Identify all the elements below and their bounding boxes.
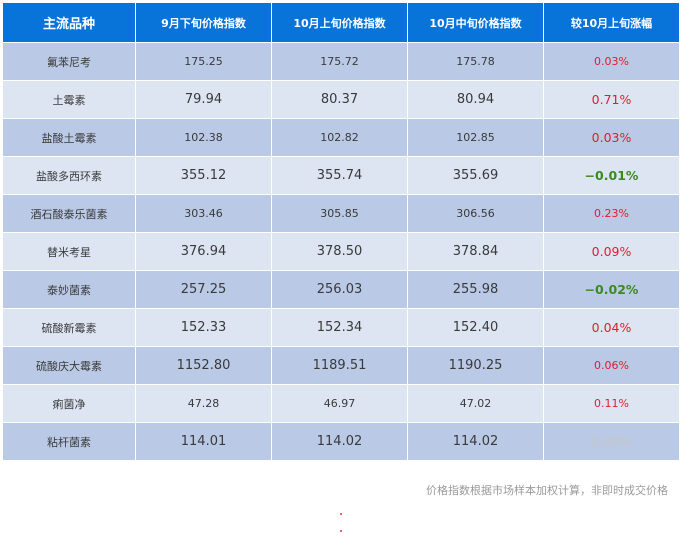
cell-change: 0.00% bbox=[544, 423, 679, 461]
decorative-dot bbox=[340, 513, 342, 515]
cell-sep-late: 257.25 bbox=[136, 271, 272, 309]
cell-sep-late: 102.38 bbox=[136, 119, 272, 157]
header-sep-late: 9月下旬价格指数 bbox=[136, 3, 272, 43]
cell-variety: 盐酸多西环素 bbox=[3, 157, 136, 195]
cell-oct-mid: 355.69 bbox=[408, 157, 544, 195]
cell-variety: 粘杆菌素 bbox=[3, 423, 136, 461]
header-row: 主流品种 9月下旬价格指数 10月上旬价格指数 10月中旬价格指数 较10月上旬… bbox=[3, 3, 679, 43]
cell-variety: 替米考星 bbox=[3, 233, 136, 271]
cell-sep-late: 47.28 bbox=[136, 385, 272, 423]
cell-sep-late: 152.33 bbox=[136, 309, 272, 347]
table-row: 酒石酸泰乐菌素 303.46 305.85 306.56 0.23% bbox=[3, 195, 679, 233]
cell-change: 0.03% bbox=[544, 119, 679, 157]
cell-oct-early: 305.85 bbox=[272, 195, 408, 233]
header-variety: 主流品种 bbox=[3, 3, 136, 43]
header-oct-mid: 10月中旬价格指数 bbox=[408, 3, 544, 43]
table-header: 主流品种 9月下旬价格指数 10月上旬价格指数 10月中旬价格指数 较10月上旬… bbox=[3, 3, 679, 43]
cell-oct-mid: 47.02 bbox=[408, 385, 544, 423]
cell-variety: 泰妙菌素 bbox=[3, 271, 136, 309]
table-row: 盐酸多西环素 355.12 355.74 355.69 −0.01% bbox=[3, 157, 679, 195]
header-oct-early: 10月上旬价格指数 bbox=[272, 3, 408, 43]
cell-change: 0.03% bbox=[544, 43, 679, 81]
cell-variety: 痢菌净 bbox=[3, 385, 136, 423]
cell-sep-late: 303.46 bbox=[136, 195, 272, 233]
cell-change: 0.06% bbox=[544, 347, 679, 385]
cell-change: −0.01% bbox=[544, 157, 679, 195]
cell-oct-early: 114.02 bbox=[272, 423, 408, 461]
cell-sep-late: 1152.80 bbox=[136, 347, 272, 385]
cell-oct-early: 80.37 bbox=[272, 81, 408, 119]
table-row: 土霉素 79.94 80.37 80.94 0.71% bbox=[3, 81, 679, 119]
table-row: 粘杆菌素 114.01 114.02 114.02 0.00% bbox=[3, 423, 679, 461]
cell-oct-early: 1189.51 bbox=[272, 347, 408, 385]
cell-oct-early: 46.97 bbox=[272, 385, 408, 423]
cell-variety: 酒石酸泰乐菌素 bbox=[3, 195, 136, 233]
footnote: 价格指数根据市场样本加权计算，非即时成交价格 bbox=[426, 484, 668, 497]
cell-change: 0.09% bbox=[544, 233, 679, 271]
cell-change: 0.23% bbox=[544, 195, 679, 233]
cell-oct-early: 256.03 bbox=[272, 271, 408, 309]
table-row: 痢菌净 47.28 46.97 47.02 0.11% bbox=[3, 385, 679, 423]
cell-oct-mid: 255.98 bbox=[408, 271, 544, 309]
cell-oct-mid: 175.78 bbox=[408, 43, 544, 81]
decorative-dot bbox=[340, 530, 342, 532]
cell-sep-late: 175.25 bbox=[136, 43, 272, 81]
cell-oct-early: 175.72 bbox=[272, 43, 408, 81]
table-row: 泰妙菌素 257.25 256.03 255.98 −0.02% bbox=[3, 271, 679, 309]
cell-variety: 硫酸新霉素 bbox=[3, 309, 136, 347]
cell-variety: 土霉素 bbox=[3, 81, 136, 119]
cell-sep-late: 79.94 bbox=[136, 81, 272, 119]
table-row: 氟苯尼考 175.25 175.72 175.78 0.03% bbox=[3, 43, 679, 81]
cell-change: 0.04% bbox=[544, 309, 679, 347]
table-row: 硫酸新霉素 152.33 152.34 152.40 0.04% bbox=[3, 309, 679, 347]
cell-sep-late: 355.12 bbox=[136, 157, 272, 195]
header-change: 较10月上旬涨幅 bbox=[544, 3, 679, 43]
cell-variety: 氟苯尼考 bbox=[3, 43, 136, 81]
cell-oct-mid: 378.84 bbox=[408, 233, 544, 271]
cell-change: 0.11% bbox=[544, 385, 679, 423]
cell-sep-late: 114.01 bbox=[136, 423, 272, 461]
cell-oct-mid: 1190.25 bbox=[408, 347, 544, 385]
table-body: 氟苯尼考 175.25 175.72 175.78 0.03% 土霉素 79.94 80.37… bbox=[3, 43, 679, 461]
table-row: 盐酸土霉素 102.38 102.82 102.85 0.03% bbox=[3, 119, 679, 157]
price-index-table: 主流品种 9月下旬价格指数 10月上旬价格指数 10月中旬价格指数 较10月上旬… bbox=[3, 3, 679, 461]
cell-oct-early: 102.82 bbox=[272, 119, 408, 157]
cell-sep-late: 376.94 bbox=[136, 233, 272, 271]
cell-oct-mid: 114.02 bbox=[408, 423, 544, 461]
cell-oct-mid: 306.56 bbox=[408, 195, 544, 233]
cell-oct-mid: 102.85 bbox=[408, 119, 544, 157]
cell-oct-early: 152.34 bbox=[272, 309, 408, 347]
cell-oct-early: 355.74 bbox=[272, 157, 408, 195]
cell-variety: 硫酸庆大霉素 bbox=[3, 347, 136, 385]
table-row: 替米考星 376.94 378.50 378.84 0.09% bbox=[3, 233, 679, 271]
cell-variety: 盐酸土霉素 bbox=[3, 119, 136, 157]
cell-oct-mid: 80.94 bbox=[408, 81, 544, 119]
cell-oct-mid: 152.40 bbox=[408, 309, 544, 347]
table-row: 硫酸庆大霉素 1152.80 1189.51 1190.25 0.06% bbox=[3, 347, 679, 385]
cell-oct-early: 378.50 bbox=[272, 233, 408, 271]
cell-change: −0.02% bbox=[544, 271, 679, 309]
cell-change: 0.71% bbox=[544, 81, 679, 119]
